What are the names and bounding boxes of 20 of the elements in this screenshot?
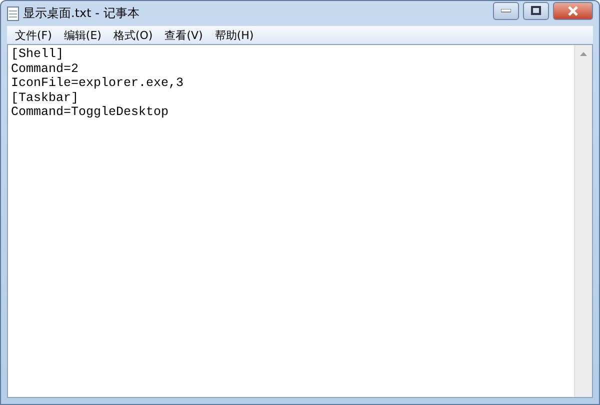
text-line: Command=2: [11, 62, 79, 76]
vertical-scrollbar[interactable]: [574, 45, 592, 397]
maximize-icon: [531, 6, 541, 15]
close-button[interactable]: [553, 2, 593, 20]
window-title: 显示桌面.txt - 记事本: [23, 5, 140, 22]
menu-item[interactable]: 帮助(H): [208, 28, 260, 42]
scroll-up-icon[interactable]: [580, 52, 587, 56]
text-line: Command=ToggleDesktop: [11, 105, 169, 120]
maximize-button[interactable]: [523, 2, 549, 20]
notepad-icon: [7, 6, 19, 21]
text-line: [Shell]: [11, 47, 64, 62]
text-line: IconFile=explorer.exe,3: [11, 76, 184, 90]
close-icon: [567, 6, 579, 16]
menu-item[interactable]: 文件(F): [9, 28, 58, 42]
menu-item[interactable]: 格式(O): [107, 28, 159, 42]
minimize-icon: [501, 8, 511, 12]
menu-item[interactable]: 查看(V): [158, 28, 209, 42]
menu-item[interactable]: 编辑(E): [58, 28, 108, 42]
minimize-button[interactable]: [493, 2, 519, 20]
text-line: [Taskbar]: [11, 90, 79, 105]
